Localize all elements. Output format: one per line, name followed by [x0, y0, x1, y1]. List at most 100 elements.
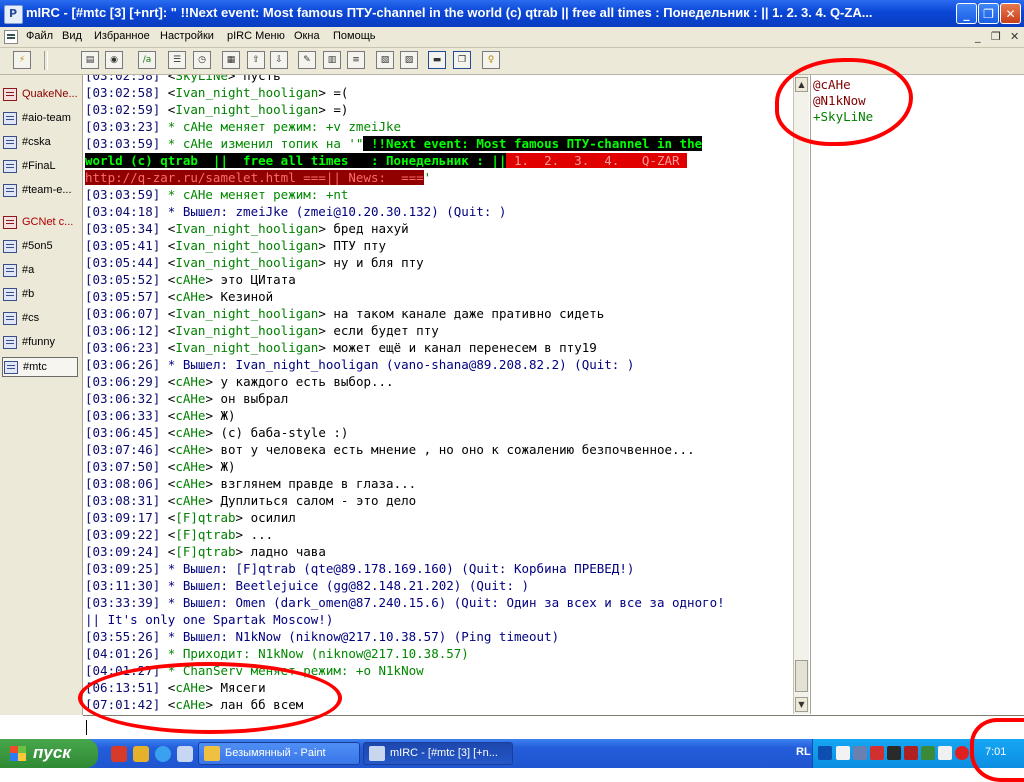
timestamp: [03:06:33]	[85, 408, 161, 423]
switch-item-team-e[interactable]: #team-e...	[2, 181, 78, 201]
channel-window-icon	[3, 184, 17, 197]
maximize-button[interactable]: ❐	[978, 3, 999, 24]
switch-item-gcnet[interactable]: GCNet c...	[2, 213, 78, 233]
timer-icon[interactable]: ◷	[193, 51, 211, 69]
winamp-icon[interactable]	[133, 746, 149, 762]
chat-scrollbar[interactable]: ▲ ▼	[793, 75, 809, 714]
timestamp: [03:05:34]	[85, 221, 161, 236]
switch-item-5on5[interactable]: #5on5	[2, 237, 78, 257]
switch-item-b[interactable]: #b	[2, 285, 78, 305]
internet-explorer-icon[interactable]	[155, 746, 171, 762]
menu-view[interactable]: Вид	[62, 30, 82, 42]
notes-icon[interactable]: ▨	[400, 51, 418, 69]
nick-bracket: >	[235, 510, 244, 525]
nick-list-item[interactable]: @cAHe	[813, 77, 851, 93]
nick-bracket: <	[160, 527, 176, 542]
clock[interactable]: 7:01	[985, 746, 1006, 758]
menu-favorites[interactable]: Избранное	[94, 30, 150, 42]
menu-help[interactable]: Помощь	[333, 30, 376, 42]
channel-window-icon[interactable]	[4, 30, 18, 44]
chat-line: [03:05:44] <Ivan_night_hooligan> ну и бл…	[85, 254, 424, 271]
tray-gear-icon[interactable]	[921, 746, 935, 760]
menu-settings[interactable]: Настройки	[160, 30, 214, 42]
dcc-chat-icon[interactable]: ⇩	[270, 51, 288, 69]
switch-item-quakenet[interactable]: QuakeNe...	[2, 85, 78, 105]
nickname: [F]qtrab	[175, 527, 236, 542]
taskbar-item-mirc[interactable]: mIRC - [#mtc [3] [+n...	[363, 742, 513, 765]
opera-icon[interactable]	[111, 746, 127, 762]
tile-windows-icon[interactable]: ▬	[428, 51, 446, 69]
switch-item-mtc[interactable]: #mtc	[2, 357, 78, 377]
start-button[interactable]: пуск	[0, 739, 98, 768]
colors-icon[interactable]: ▦	[222, 51, 240, 69]
nick-list-item[interactable]: +SkyLiNe	[813, 109, 873, 125]
event-text: * Вышел: Ivan_night_hooligan (vano-shana…	[160, 357, 635, 372]
mirc-app-icon[interactable]	[4, 5, 23, 24]
menu-windows[interactable]: Окна	[294, 30, 320, 42]
connect-icon[interactable]: ⚡	[13, 51, 31, 69]
tips-icon[interactable]: ♀	[482, 51, 500, 69]
timestamp: [07:01:42]	[85, 697, 161, 712]
switch-item-aio-team[interactable]: #aio-team	[2, 109, 78, 129]
tray-expand-icon[interactable]	[818, 746, 832, 760]
tray-alert-icon[interactable]	[955, 746, 969, 760]
nick-bracket: >	[205, 374, 213, 389]
scroll-thumb[interactable]	[795, 660, 808, 692]
tray-app-icon[interactable]	[853, 746, 867, 760]
channels-icon[interactable]: ◉	[105, 51, 123, 69]
tray-k-icon[interactable]	[887, 746, 901, 760]
options-icon[interactable]: ▤	[81, 51, 99, 69]
switch-item-a[interactable]: #a	[2, 261, 78, 281]
tray-steam-icon[interactable]	[938, 746, 952, 760]
cascade-windows-icon[interactable]: ❒	[453, 51, 471, 69]
taskbar-item-paint[interactable]: Безымянный - Paint	[198, 742, 360, 765]
title-bar[interactable]: mIRC - [#mtc [3] [+nrt]: " !!Next event:…	[0, 0, 1024, 27]
close-button[interactable]: ✕	[1000, 3, 1021, 24]
message-text: взглянем правде в глаза...	[212, 476, 417, 491]
chat-log[interactable]: [03:02:58] <SkyLiNe> пусть [03:02:58] <Iv…	[83, 75, 793, 714]
scroll-up-icon[interactable]: ▲	[795, 77, 808, 92]
chat-line: [03:06:32] <cAHe> он выбрал	[85, 390, 288, 407]
switch-item-cs[interactable]: #cs	[2, 309, 78, 329]
nick-list-item[interactable]: @N1kNow	[813, 93, 866, 109]
notify-icon[interactable]: ✎	[298, 51, 316, 69]
message-text: (с) баба-style :)	[212, 425, 349, 440]
message-text: Мясеги	[212, 680, 266, 695]
message-input[interactable]	[83, 715, 1024, 739]
switch-item-cska[interactable]: #cska	[2, 133, 78, 153]
tray-network-icon[interactable]	[904, 746, 918, 760]
tray-shield-icon[interactable]	[870, 746, 884, 760]
switch-item-funny[interactable]: #funny	[2, 333, 78, 353]
event-text: * cAHe меняет режим: +v zmeiJke	[160, 119, 402, 134]
timestamp: [03:09:22]	[85, 527, 161, 542]
timestamp: [03:04:18]	[85, 204, 161, 219]
dcc-send-icon[interactable]: ⇧	[247, 51, 265, 69]
language-indicator[interactable]: RL	[796, 746, 811, 758]
chat-line: [03:06:07] <Ivan_night_hooligan> на тако…	[85, 305, 604, 322]
mdi-close-icon[interactable]: ✕	[1010, 30, 1019, 43]
mdi-restore-icon[interactable]: ❐	[991, 30, 1001, 43]
nick-bracket: >	[318, 255, 326, 270]
nickname: Ivan_night_hooligan	[175, 221, 319, 236]
timestamp: [03:11:30]	[85, 578, 161, 593]
switchbar: QuakeNe... #aio-team #cska #FinaL #team-…	[0, 75, 83, 715]
scripts-editor-icon[interactable]: /a	[138, 51, 156, 69]
log-icon[interactable]: ▥	[323, 51, 341, 69]
menu-file[interactable]: Файл	[26, 30, 53, 42]
nick-bracket: <	[160, 680, 176, 695]
nick-bracket: <	[160, 510, 176, 525]
mdi-minimize-icon[interactable]: _	[975, 30, 981, 43]
minimize-button[interactable]: _	[956, 3, 977, 24]
urls-icon[interactable]: ▧	[376, 51, 394, 69]
event-text: '	[423, 170, 432, 185]
nick-bracket: <	[160, 340, 176, 355]
nick-bracket: >	[205, 391, 213, 406]
menu-pirc[interactable]: pIRC Меню	[227, 30, 285, 42]
list-icon[interactable]: ≡	[347, 51, 365, 69]
switch-item-final[interactable]: #FinaL	[2, 157, 78, 177]
paint-icon	[204, 746, 220, 761]
address-book-icon[interactable]: ☰	[168, 51, 186, 69]
show-desktop-icon[interactable]	[177, 746, 193, 762]
tray-pirc-icon[interactable]	[836, 746, 850, 760]
scroll-down-icon[interactable]: ▼	[795, 697, 808, 712]
